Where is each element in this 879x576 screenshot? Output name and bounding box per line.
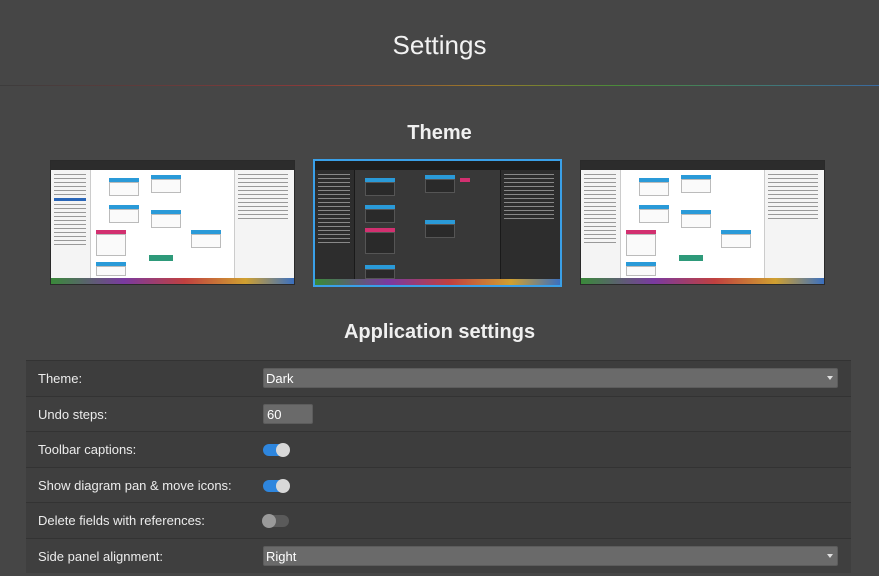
select-value: Right [266,548,297,564]
theme-heading: Theme [407,122,472,144]
setting-row-pan-move-icons: Show diagram pan & move icons: [26,466,851,502]
toggle-knob [276,478,290,493]
title-divider [0,85,879,86]
toggle-knob [262,514,276,528]
undo-steps-input[interactable]: 60 [263,403,313,424]
setting-row-undo-steps: Undo steps: 60 [26,395,851,431]
setting-label: Side panel alignment: [38,548,164,564]
preview-toolbar [581,161,824,170]
toggle-knob [276,443,290,457]
setting-row-delete-fields: Delete fields with references: [26,502,851,538]
preview-sidebar [315,170,355,279]
select-value: Dark [266,371,294,386]
setting-label: Delete fields with references: [38,513,205,528]
preview-sidebar [51,170,91,278]
preview-toolbar [315,161,560,170]
theme-option-dark[interactable] [313,159,562,287]
preview-statusbar [51,278,294,284]
toolbar-captions-toggle[interactable] [263,443,290,457]
theme-option-light[interactable] [50,160,295,285]
setting-label: Undo steps: [38,406,108,422]
delete-fields-toggle[interactable] [262,514,289,528]
preview-panel [764,170,824,278]
pan-move-icons-toggle[interactable] [263,478,290,493]
theme-option-light-alt[interactable] [580,160,825,285]
preview-panel [234,170,294,278]
page-title: Settings [392,30,487,60]
setting-label: Toolbar captions: [38,442,137,457]
setting-row-side-panel-alignment: Side panel alignment: Right [26,537,851,573]
setting-label: Theme: [38,371,83,386]
preview-panel [500,170,560,279]
chevron-down-icon [827,553,833,558]
preview-statusbar [581,278,824,284]
preview-canvas [355,170,500,279]
side-panel-alignment-select[interactable]: Right [263,545,838,566]
setting-row-toolbar-captions: Toolbar captions: [26,431,851,467]
preview-toolbar [51,161,294,170]
preview-sidebar [581,170,621,278]
theme-select[interactable]: Dark [263,368,838,388]
chevron-down-icon [827,376,833,380]
settings-table: Theme: Dark Undo steps: 60 Toolbar capti… [26,360,851,573]
preview-canvas [91,170,234,278]
preview-statusbar [315,279,560,285]
application-settings-heading: Application settings [343,321,536,343]
setting-row-theme: Theme: Dark [26,360,851,396]
setting-label: Show diagram pan & move icons: [38,477,232,493]
preview-canvas [621,170,764,278]
